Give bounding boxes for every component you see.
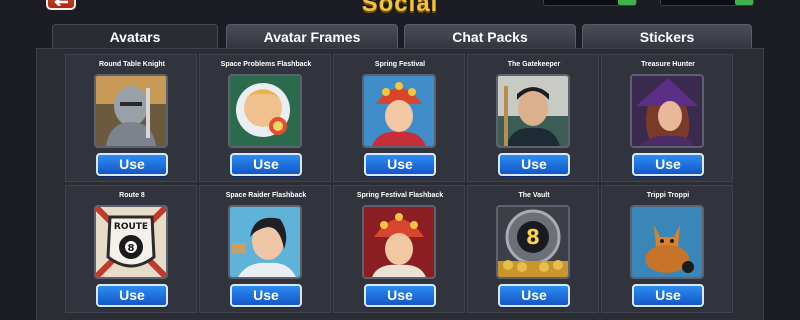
festival-girl-avatar-icon[interactable] [362,74,436,148]
use-button[interactable]: Use [96,284,168,307]
use-button[interactable]: Use [632,153,704,176]
svg-text:ROUTE: ROUTE [114,222,148,232]
avatar-name: Space Raider Flashback [225,192,307,199]
avatar-card: The Gatekeeper Use [467,54,599,182]
cat-fish-avatar-icon[interactable] [630,205,704,279]
add-cash-button[interactable] [735,0,753,5]
add-coins-button[interactable] [618,0,636,5]
use-button[interactable]: Use [498,284,570,307]
gatekeeper-avatar-icon[interactable] [496,74,570,148]
avatar-name: The Vault [518,192,550,199]
space-raider-avatar-icon[interactable] [228,205,302,279]
avatar-name: Spring Festival [374,61,426,68]
category-tabs: Avatars Avatar Frames Chat Packs Sticker… [52,24,752,48]
top-bar: Social [0,0,800,22]
avatar-name: Trippi Troppi [646,192,690,199]
avatar-name: Route 8 [119,192,145,199]
svg-text:8: 8 [526,225,540,249]
svg-text:8: 8 [128,243,135,254]
tab-avatar-frames[interactable]: Avatar Frames [226,24,398,48]
avatar-card: Treasure Hunter Use [601,54,733,182]
use-button[interactable]: Use [230,153,302,176]
avatar-panel: Round Table Knight Use Space Problems Fl… [36,48,764,320]
avatar-name: The Gatekeeper [507,61,561,68]
avatar-card: Round Table Knight Use [65,54,197,182]
currency-counter-cash [660,0,754,6]
tab-stickers[interactable]: Stickers [582,24,752,48]
avatar-card: Space Problems Flashback Use [199,54,331,182]
avatar-card: Route 8 8 ROUTE Use [65,185,197,313]
use-button[interactable]: Use [96,153,168,176]
witch-hunter-avatar-icon[interactable] [630,74,704,148]
knight-avatar-icon[interactable] [94,74,168,148]
astronaut-avatar-icon[interactable] [228,74,302,148]
festival-girl-avatar-icon[interactable] [362,205,436,279]
tab-avatars[interactable]: Avatars [52,24,218,48]
vault-8-ball-avatar-icon[interactable]: 8 [496,205,570,279]
avatar-name: Treasure Hunter [641,61,695,68]
avatar-name: Round Table Knight [99,61,165,68]
avatar-name: Space Problems Flashback [220,61,312,68]
use-button[interactable]: Use [364,153,436,176]
use-button[interactable]: Use [498,153,570,176]
use-button[interactable]: Use [230,284,302,307]
use-button[interactable]: Use [364,284,436,307]
avatar-card: Space Raider Flashback Use [199,185,331,313]
avatar-name: Spring Festival Flashback [356,192,444,199]
avatar-card: Spring Festival Use [333,54,465,182]
avatar-card: Spring Festival Flashback Use [333,185,465,313]
use-button[interactable]: Use [632,284,704,307]
tab-chat-packs[interactable]: Chat Packs [404,24,576,48]
avatar-card: The Vault 8 Use [467,185,599,313]
currency-counter-coins [543,0,637,6]
route-8-sign-avatar-icon[interactable]: 8 ROUTE [94,205,168,279]
avatar-card: Trippi Troppi Use [601,185,733,313]
